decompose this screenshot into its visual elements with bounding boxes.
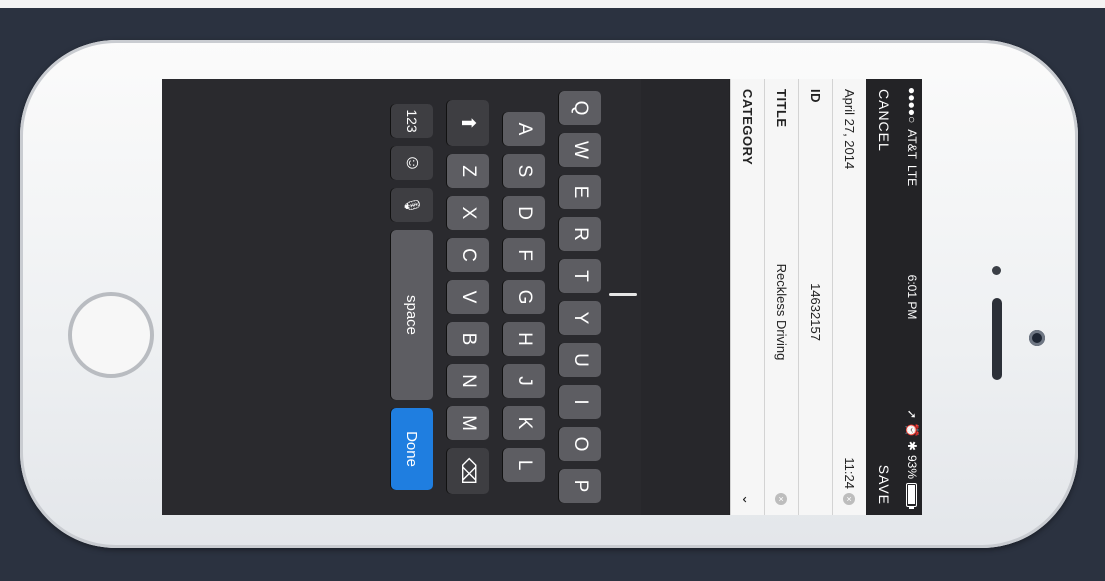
key-r[interactable]: R (559, 217, 601, 251)
clear-title-icon[interactable]: × (775, 493, 788, 505)
title-field[interactable]: Reckless Driving (774, 209, 789, 415)
status-icons: ➚ ⏰ ✱ (905, 409, 919, 451)
key-k[interactable]: K (503, 406, 545, 440)
chevron-down-icon[interactable]: ⌄ (740, 494, 756, 505)
date-row[interactable]: April 27, 2014 11:24 × (832, 79, 866, 515)
microphone-icon[interactable]: 🎙 (391, 188, 433, 222)
done-key[interactable]: Done (391, 408, 433, 490)
key-z[interactable]: Z (447, 154, 489, 188)
emoji-key[interactable]: ☺ (391, 146, 433, 180)
key-m[interactable]: M (447, 406, 489, 440)
key-h[interactable]: H (503, 322, 545, 356)
empty-area (641, 79, 729, 515)
title-label: TITLE (774, 89, 789, 128)
numbers-key[interactable]: 123 (391, 104, 433, 138)
keyboard: QWERTYUIOP ASDFGHJKL ⬆ ZXCVBNM ⌫ 123 ☺ 🎙… (162, 79, 641, 515)
home-button[interactable] (68, 292, 154, 378)
cancel-button[interactable]: CANCEL (876, 89, 892, 152)
shift-key[interactable]: ⬆ (447, 100, 489, 146)
key-u[interactable]: U (559, 343, 601, 377)
key-l[interactable]: L (503, 448, 545, 482)
key-row-1: QWERTYUIOP (559, 79, 601, 515)
battery-icon (906, 483, 918, 507)
key-v[interactable]: V (447, 280, 489, 314)
key-f[interactable]: F (503, 238, 545, 272)
id-value: 14632157 (808, 283, 823, 341)
key-row-3: ⬆ ZXCVBNM ⌫ (447, 79, 489, 515)
key-g[interactable]: G (503, 280, 545, 314)
phone-screen: ●●●●○ AT&T LTE 6:01 PM ➚ ⏰ ✱ 93% CANCEL … (162, 79, 922, 515)
time-value: 11:24 (842, 457, 857, 489)
key-i[interactable]: I (559, 385, 601, 419)
key-d[interactable]: D (503, 196, 545, 230)
network-label: LTE (905, 165, 919, 187)
category-row[interactable]: CATEGORY ⌄ (730, 79, 764, 515)
key-x[interactable]: X (447, 196, 489, 230)
clock: 6:01 PM (905, 274, 919, 320)
key-s[interactable]: S (503, 154, 545, 188)
id-label: ID (808, 89, 823, 103)
time-clear-icon[interactable]: × (843, 493, 856, 505)
key-a[interactable]: A (503, 112, 545, 146)
ticket-form: April 27, 2014 11:24 × ID 14632157 TITLE… (730, 79, 866, 515)
space-key[interactable]: space (391, 230, 433, 400)
status-bar: ●●●●○ AT&T LTE 6:01 PM ➚ ⏰ ✱ 93% (902, 79, 922, 515)
signal-icon: ●●●●○ (905, 87, 919, 124)
keyboard-grab-handle[interactable] (609, 293, 637, 296)
key-p[interactable]: P (559, 469, 601, 503)
key-t[interactable]: T (559, 259, 601, 293)
carrier-label: AT&T (905, 129, 919, 160)
title-row[interactable]: TITLE Reckless Driving × (764, 79, 798, 515)
app-canvas: ●●●●○ AT&T LTE 6:01 PM ➚ ⏰ ✱ 93% CANCEL … (162, 79, 922, 515)
key-o[interactable]: O (559, 427, 601, 461)
category-label: CATEGORY (740, 89, 755, 166)
front-camera (1029, 330, 1045, 346)
key-c[interactable]: C (447, 238, 489, 272)
key-row-4: 123 ☺ 🎙 space Done (391, 79, 433, 515)
nav-bar: CANCEL SAVE (866, 79, 902, 515)
battery-percent: 93% (905, 454, 919, 479)
earpiece-speaker (992, 298, 1002, 380)
key-e[interactable]: E (559, 175, 601, 209)
key-q[interactable]: Q (559, 91, 601, 125)
key-n[interactable]: N (447, 364, 489, 398)
key-b[interactable]: B (447, 322, 489, 356)
proximity-sensor (992, 266, 1001, 275)
key-j[interactable]: J (503, 364, 545, 398)
key-w[interactable]: W (559, 133, 601, 167)
key-row-2: ASDFGHJKL (503, 79, 545, 515)
date-value: April 27, 2014 (842, 89, 857, 170)
key-y[interactable]: Y (559, 301, 601, 335)
id-row[interactable]: ID 14632157 (798, 79, 832, 515)
image-border (0, 0, 1105, 8)
save-button[interactable]: SAVE (876, 465, 892, 505)
delete-key[interactable]: ⌫ (447, 448, 489, 494)
